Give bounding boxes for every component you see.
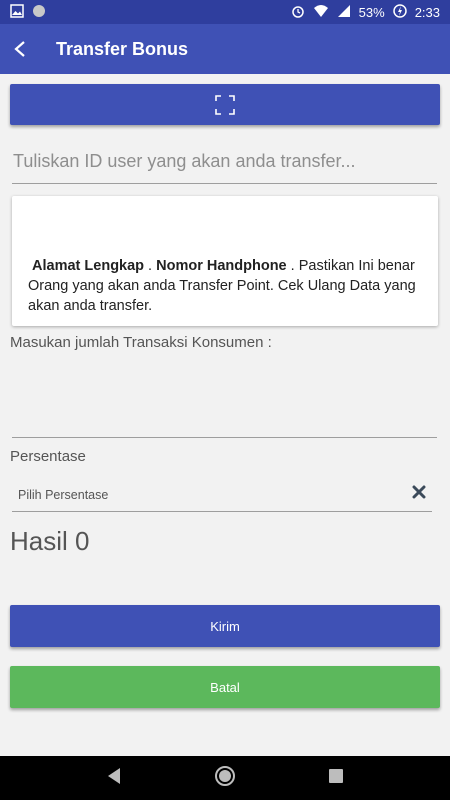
status-right: 53% 2:33 xyxy=(291,3,440,21)
send-button[interactable]: Kirim xyxy=(10,605,440,647)
nav-back-icon[interactable] xyxy=(106,767,122,790)
percentage-select[interactable]: Pilih Persentase xyxy=(12,478,432,512)
app-bar: Transfer Bonus xyxy=(0,24,450,74)
clear-icon[interactable] xyxy=(412,485,426,504)
signal-icon xyxy=(337,4,351,21)
battery-percent: 53% xyxy=(358,4,385,20)
status-bar: 53% 2:33 xyxy=(0,0,450,24)
info-phone-label: Nomor Handphone xyxy=(156,258,287,274)
scan-qr-button[interactable] xyxy=(10,84,440,125)
page-title: Transfer Bonus xyxy=(56,38,189,59)
transaction-input[interactable] xyxy=(12,400,437,437)
status-time: 2:33 xyxy=(414,4,440,20)
percentage-label: Persentase xyxy=(10,448,86,465)
status-left xyxy=(10,3,46,21)
scan-icon xyxy=(215,94,235,115)
info-separator: . xyxy=(144,258,157,274)
back-button[interactable] xyxy=(0,24,40,74)
nav-home-icon[interactable] xyxy=(214,765,236,792)
result-text: Hasil 0 xyxy=(10,526,90,556)
navigation-bar xyxy=(0,756,450,800)
user-id-field[interactable] xyxy=(12,140,437,184)
wifi-icon xyxy=(313,4,329,21)
back-arrow-icon xyxy=(14,41,25,57)
cancel-button[interactable]: Batal xyxy=(10,666,440,708)
percentage-selected: Pilih Persentase xyxy=(18,487,109,502)
transaction-label: Masukan jumlah Transaksi Konsumen : xyxy=(10,334,272,351)
battery-charging-icon xyxy=(392,3,407,21)
circle-notification-icon xyxy=(32,4,46,21)
info-address-label: Alamat Lengkap xyxy=(32,258,145,274)
image-notification-icon xyxy=(10,3,24,21)
user-id-input[interactable] xyxy=(12,140,437,183)
alarm-icon xyxy=(291,4,305,21)
transaction-field[interactable] xyxy=(12,400,437,438)
cancel-button-label: Batal xyxy=(210,679,240,695)
send-button-label: Kirim xyxy=(210,618,240,634)
info-card: Alamat Lengkap . Nomor Handphone . Pasti… xyxy=(12,196,438,326)
nav-recents-icon[interactable] xyxy=(328,768,344,789)
